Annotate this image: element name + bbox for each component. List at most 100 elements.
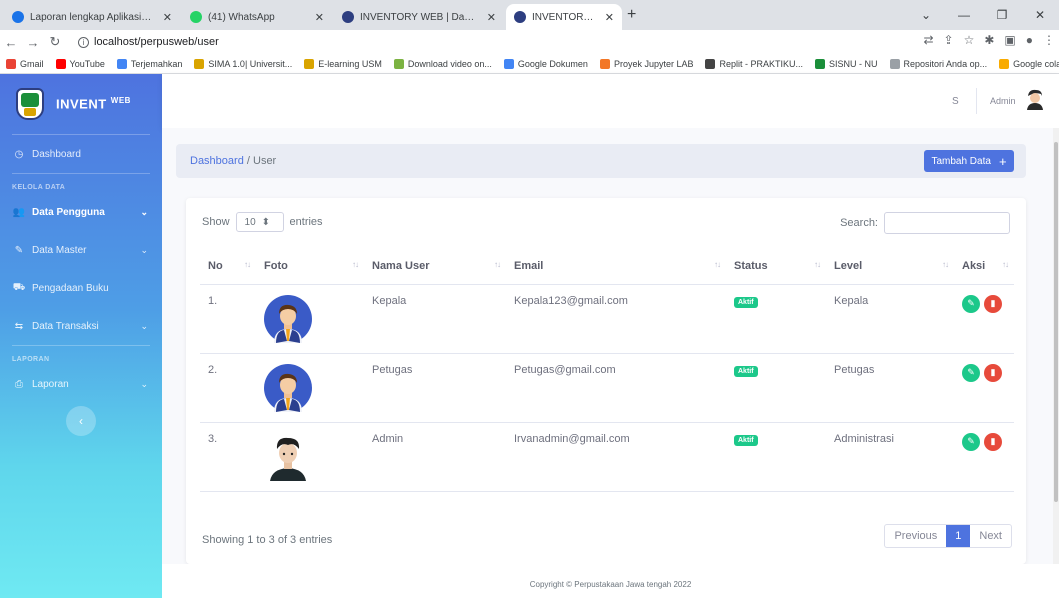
column-header-aksi[interactable]: Aksi ↑↓ [954,248,1014,285]
menu-icon[interactable]: ⋮ [1043,33,1055,47]
delete-button[interactable]: ▮ [984,363,1002,382]
add-data-button[interactable]: Tambah Data + [924,150,1014,172]
topbar: S Admin [162,74,1059,128]
bookmark-icon [889,58,900,69]
forward-icon[interactable]: → [22,35,44,50]
bookmark-item[interactable]: Repositori Anda op... [889,58,988,69]
bookmark-label: YouTube [69,58,105,69]
close-icon[interactable]: ✕ [315,11,324,24]
edit-button[interactable]: ✎ [962,294,980,313]
chrome-icon [12,11,24,23]
table-row: 3. Admin Irvanadmin@gmail.com Aktif Admi… [200,422,1014,492]
bookmark-item[interactable]: Google Dokumen [503,58,588,69]
maximize-icon[interactable]: ❐ [983,0,1021,30]
cart-icon: ⛟ [12,281,26,293]
bookmark-label: Repositori Anda op... [903,58,988,69]
brand[interactable]: INVENT WEB [0,74,162,134]
translate-icon[interactable]: ⇄ [923,33,933,47]
scrollbar-thumb[interactable] [1054,142,1058,502]
new-tab-button[interactable]: + [627,6,636,24]
bookmark-item[interactable]: Terjemahkan [116,58,182,69]
chevron-down-icon[interactable]: ⌄ [907,0,945,30]
minimize-icon[interactable]: — [945,0,983,30]
main-content: Dashboard / User Tambah Data + Show 10 ⬍… [162,128,1059,564]
sidebar-item-data-transaksi[interactable]: ⇆ Data Transaksi ⌄ [0,307,162,345]
trash-icon: ▮ [990,436,996,446]
bookmark-item[interactable]: Replit - PRAKTIKU... [705,58,803,69]
column-header-foto[interactable]: Foto ↑↓ [256,248,364,285]
topbar-search[interactable]: S [952,96,959,107]
bookmark-item[interactable]: E-learning USM [304,58,382,69]
back-icon[interactable]: ← [0,35,22,50]
add-data-label: Tambah Data [931,155,991,167]
star-icon[interactable]: ☆ [964,33,975,47]
pencil-icon: ✎ [967,436,975,446]
sidebar-item-data-pengguna[interactable]: 👥 Data Pengguna ⌄ [0,193,162,231]
edit-button[interactable]: ✎ [962,363,980,382]
sidebar-item-data-master[interactable]: ✎ Data Master ⌄ [0,231,162,269]
chevron-down-icon: ⌄ [140,206,148,217]
bookmark-item[interactable]: SISNU - NU [815,58,878,69]
column-header-email[interactable]: Email ↑↓ [506,248,726,285]
bookmark-icon [393,58,404,69]
close-icon[interactable]: ✕ [605,11,614,24]
sidebar-item-pengadaan-buku[interactable]: ⛟ Pengadaan Buku [0,269,162,307]
bookmark-item[interactable]: YouTube [55,58,105,69]
user-avatar [264,294,312,343]
browser-tab-strip: Laporan lengkap Aplikasi Sistem ✕ (41) W… [0,0,1059,30]
bookmark-icon [6,58,16,69]
brand-sup: WEB [110,96,131,106]
profile-icon[interactable]: ● [1026,33,1033,47]
browser-tab-label: INVENTORY WEB | Pengguna [532,11,595,23]
bookmark-item[interactable]: Proyek Jupyter LAB [599,58,693,69]
cell-no: 2. [200,353,256,423]
pagination-previous[interactable]: Previous [885,525,946,547]
sort-icon: ↑↓ [714,260,721,269]
sort-icon: ↑↓ [942,260,949,269]
close-icon[interactable]: ✕ [487,11,496,24]
users-table-card: Show 10 ⬍ entries Search: No ↑↓ Foto ↑↓ Na… [186,198,1026,564]
column-header-nama-user[interactable]: Nama User ↑↓ [364,248,506,285]
sidebar-item-label: Data Transaksi [32,320,99,332]
sidebar: INVENT WEB ◷ Dashboard KELOLA DATA 👥 Dat… [0,74,162,598]
bookmark-item[interactable]: Google colab [999,58,1059,69]
pagination-next[interactable]: Next [970,525,1011,547]
bookmark-icon [194,58,205,69]
entries-select[interactable]: 10 ⬍ [235,212,284,232]
close-icon[interactable]: ✕ [163,11,172,24]
browser-actions: ⇄ ⇪ ☆ ✱ ▣ ● ⋮ [923,33,1055,47]
browser-tab[interactable]: Laporan lengkap Aplikasi Sistem ✕ [4,4,180,30]
sort-icon: ↑↓ [494,260,501,269]
browser-tab[interactable]: INVENTORY WEB | Dashboard ✕ [334,4,504,30]
sidebar-item-label: Dashboard [32,148,81,160]
avatar[interactable] [1024,88,1046,110]
extensions-icon[interactable]: ✱ [984,33,994,47]
delete-button[interactable]: ▮ [984,294,1002,313]
url-field[interactable]: i localhost/perpusweb/user [72,32,242,52]
bookmark-item[interactable]: Download video on... [393,58,492,69]
edit-button[interactable]: ✎ [962,432,980,451]
bookmark-label: SIMA 1.0| Universit... [208,58,293,69]
browser-tab-active[interactable]: INVENTORY WEB | Pengguna ✕ [506,4,622,30]
column-header-level[interactable]: Level ↑↓ [826,248,954,285]
column-header-no[interactable]: No ↑↓ [200,248,256,285]
sidebar-item-dashboard[interactable]: ◷ Dashboard [0,135,162,173]
share-icon[interactable]: ⇪ [944,33,954,47]
reload-icon[interactable]: ↻ [44,34,66,50]
delete-button[interactable]: ▮ [984,432,1002,451]
pagination-page[interactable]: 1 [946,525,971,547]
bookmark-item[interactable]: SIMA 1.0| Universit... [194,58,293,69]
sidebar-toggle-button[interactable]: ‹ [66,406,96,436]
search-input[interactable] [884,212,1010,234]
sidebar-item-laporan[interactable]: ⎙ Laporan ⌄ [0,365,162,403]
scrollbar[interactable] [1053,128,1059,564]
info-icon[interactable]: i [78,36,89,48]
close-window-icon[interactable]: ✕ [1021,0,1059,30]
bookmark-item[interactable]: Gmail [6,58,44,69]
column-header-status[interactable]: Status ↑↓ [726,248,826,285]
breadcrumb-link-dashboard[interactable]: Dashboard [190,155,244,167]
browser-tab[interactable]: (41) WhatsApp ✕ [182,4,332,30]
sidepanel-icon[interactable]: ▣ [1004,33,1015,47]
cell-email: Irvanadmin@gmail.com [506,422,726,492]
user-name[interactable]: Admin [990,96,1016,106]
